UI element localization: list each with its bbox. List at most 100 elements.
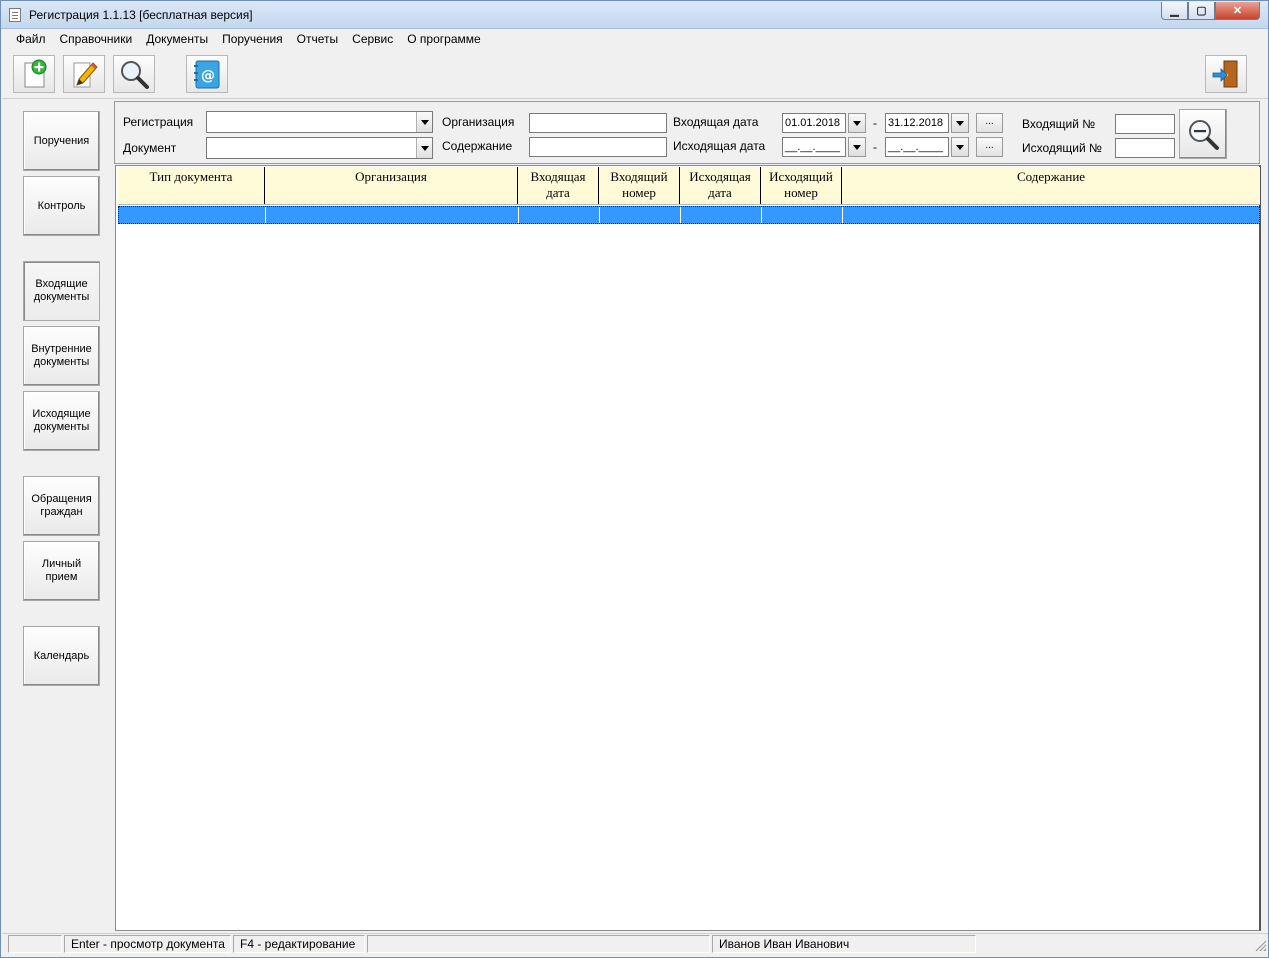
edit-document-button[interactable]: [63, 55, 105, 93]
incoming-number-input[interactable]: [1115, 114, 1175, 134]
table-row[interactable]: [118, 206, 1260, 224]
column-header-outgoing-date[interactable]: Исходящая дата: [680, 167, 761, 204]
content-input[interactable]: [529, 137, 667, 157]
incoming-date-to-dropdown[interactable]: [951, 113, 969, 133]
outgoing-date-label: Исходящая дата: [673, 139, 766, 153]
maximize-button[interactable]: ▢: [1188, 2, 1215, 20]
outgoing-date-from-dropdown[interactable]: [848, 137, 866, 157]
date-range-dash: -: [873, 140, 877, 154]
minimize-button[interactable]: ▁: [1161, 2, 1188, 20]
content-label: Содержание: [442, 139, 513, 153]
menu-service[interactable]: Сервис: [345, 30, 400, 49]
email-notebook-icon: @: [194, 60, 220, 89]
menu-reports[interactable]: Отчеты: [290, 30, 345, 49]
outgoing-number-label: Исходящий №: [1022, 141, 1102, 155]
status-panel-1: [8, 935, 62, 953]
sidebar-button-label: Личный прием: [41, 558, 82, 583]
sidebar-control-button[interactable]: Контроль: [23, 176, 100, 236]
outgoing-date-period-button[interactable]: ...: [976, 137, 1003, 157]
sidebar-button-label: Исходящие документы: [32, 408, 91, 433]
sidebar-internal-button[interactable]: Внутренние документы: [23, 326, 100, 386]
column-header-incoming-date[interactable]: Входящая дата: [518, 167, 599, 204]
edit-pencil-icon: [73, 62, 98, 88]
sidebar-outgoing-button[interactable]: Исходящие документы: [23, 391, 100, 451]
exit-door-icon: [1212, 60, 1238, 88]
outgoing-date-from-input[interactable]: __.__.____: [782, 137, 846, 157]
new-document-button[interactable]: [13, 55, 55, 93]
organization-input[interactable]: [529, 113, 667, 133]
window-title: Регистрация 1.1.13 [бесплатная версия]: [29, 8, 253, 22]
column-header-content[interactable]: Содержание: [842, 167, 1260, 204]
outgoing-date-to-input[interactable]: __.__.____: [885, 137, 949, 157]
close-button[interactable]: ✕: [1215, 2, 1260, 20]
chevron-down-icon[interactable]: [416, 112, 432, 132]
menu-file[interactable]: Файл: [9, 30, 53, 49]
menu-documents[interactable]: Документы: [139, 30, 215, 49]
sidebar-button-label: Календарь: [33, 649, 90, 662]
sidebar-reception-button[interactable]: Личный прием: [23, 541, 100, 601]
search-button[interactable]: [113, 55, 155, 93]
column-header-organization[interactable]: Организация: [265, 167, 518, 204]
table-cell: [600, 207, 681, 223]
incoming-number-label: Входящий №: [1022, 117, 1096, 131]
email-button[interactable]: @: [186, 55, 228, 93]
sidebar-calendar-button[interactable]: Календарь: [23, 626, 100, 686]
organization-label: Организация: [442, 115, 515, 129]
table-cell: [266, 207, 519, 223]
incoming-date-label: Входящая дата: [673, 115, 759, 129]
table-cell: [119, 207, 266, 223]
status-panel-4: [367, 935, 710, 953]
sidebar-button-label: Контроль: [37, 199, 86, 212]
menu-about[interactable]: О программе: [400, 30, 487, 49]
outgoing-number-input[interactable]: [1115, 138, 1175, 158]
column-header-doc-type[interactable]: Тип документа: [118, 167, 265, 204]
status-bar: Enter - просмотр документа F4 - редактир…: [2, 933, 1268, 953]
minimize-icon: ▁: [1170, 5, 1179, 17]
chevron-down-icon[interactable]: [416, 138, 432, 158]
menu-assignments[interactable]: Поручения: [215, 30, 290, 49]
sidebar-button-label: Внутренние документы: [31, 343, 92, 368]
sidebar-assignments-button[interactable]: Поручения: [23, 111, 100, 171]
title-bar[interactable]: Регистрация 1.1.13 [бесплатная версия] ▁…: [1, 1, 1268, 29]
svg-text:@: @: [201, 68, 215, 84]
grid-header: Тип документа Организация Входящая дата …: [118, 167, 1260, 205]
incoming-date-period-button[interactable]: ...: [976, 113, 1003, 133]
sidebar-incoming-button[interactable]: Входящие документы: [23, 261, 100, 321]
outgoing-date-to-dropdown[interactable]: [951, 137, 969, 157]
document-label: Документ: [123, 141, 177, 155]
table-cell: [519, 207, 600, 223]
registration-label: Регистрация: [123, 115, 194, 129]
status-hint-enter: Enter - просмотр документа: [64, 935, 231, 953]
status-hint-f4: F4 - редактирование: [233, 935, 365, 953]
toolbar: @: [2, 49, 1268, 99]
app-window: Регистрация 1.1.13 [бесплатная версия] ▁…: [0, 0, 1269, 958]
sidebar: Поручения Контроль Входящие документы Вн…: [9, 101, 114, 931]
sidebar-button-label: Обращения граждан: [31, 493, 92, 518]
apply-filter-button[interactable]: [1179, 109, 1227, 159]
table-cell: [762, 207, 843, 223]
column-header-incoming-number[interactable]: Входящий номер: [599, 167, 680, 204]
incoming-date-to-input[interactable]: 31.12.2018: [885, 113, 949, 133]
documents-grid: Тип документа Организация Входящая дата …: [115, 165, 1261, 931]
incoming-date-from-input[interactable]: 01.01.2018: [782, 113, 846, 133]
resize-grip-icon[interactable]: [1254, 939, 1266, 951]
column-header-outgoing-number[interactable]: Исходящий номер: [761, 167, 842, 204]
table-cell: [843, 207, 1257, 223]
maximize-icon: ▢: [1196, 5, 1207, 17]
search-magnifier-icon: [121, 61, 149, 89]
registration-combo[interactable]: [206, 111, 433, 133]
filter-panel: Регистрация Документ Организация Содержа…: [114, 101, 1260, 164]
sidebar-button-label: Поручения: [33, 134, 90, 147]
incoming-date-from-dropdown[interactable]: [848, 113, 866, 133]
date-range-dash: -: [873, 116, 877, 130]
exit-button[interactable]: [1205, 55, 1247, 93]
sidebar-citizens-button[interactable]: Обращения граждан: [23, 476, 100, 536]
zoom-out-magnifier-icon: [1189, 120, 1219, 150]
new-document-icon: [24, 59, 47, 88]
sidebar-button-label: Входящие документы: [33, 278, 90, 303]
close-icon: ✕: [1232, 5, 1243, 17]
menu-references[interactable]: Справочники: [53, 30, 140, 49]
document-combo[interactable]: [206, 137, 433, 159]
table-cell: [681, 207, 762, 223]
menu-bar: Файл Справочники Документы Поручения Отч…: [2, 30, 1268, 49]
